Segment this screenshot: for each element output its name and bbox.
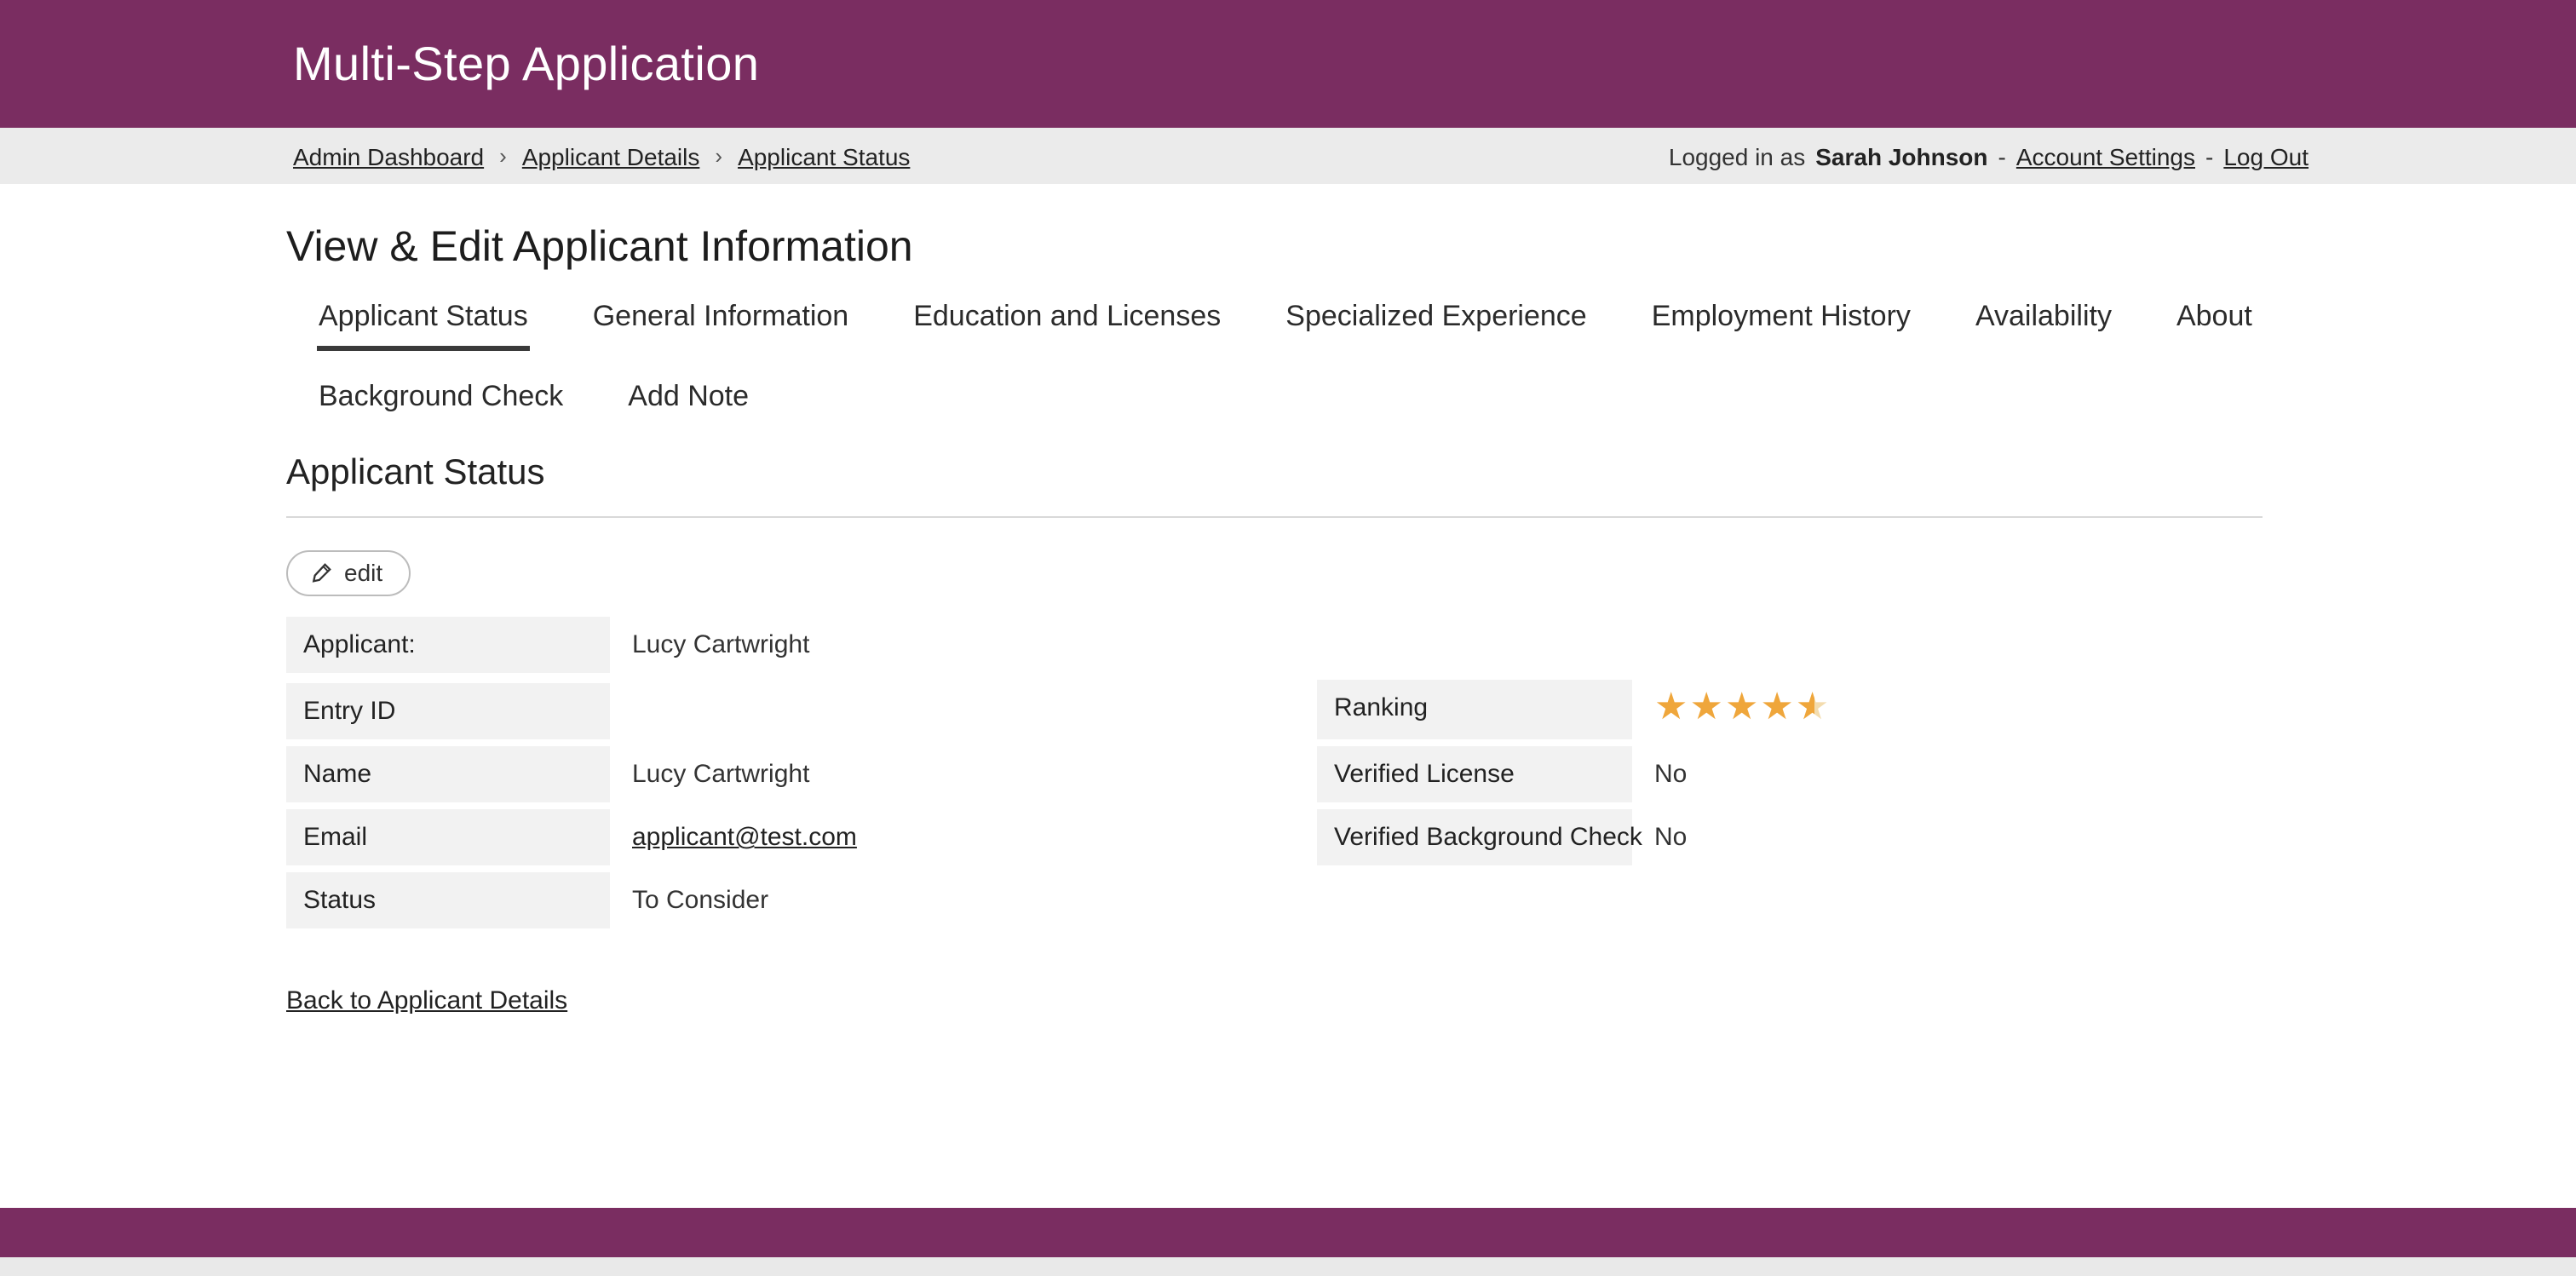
app-footer xyxy=(0,1208,2576,1257)
separator-dash: - xyxy=(1998,142,2006,170)
field-value xyxy=(610,683,632,739)
field-row-verified-background-check: Verified Background Check No xyxy=(1317,809,2263,865)
star-icon: ★ xyxy=(1725,688,1760,726)
field-value: No xyxy=(1632,809,1687,865)
page-title: View & Edit Applicant Information xyxy=(286,223,2263,273)
field-value: To Consider xyxy=(610,872,768,928)
app-title: Multi-Step Application xyxy=(293,37,759,91)
tab-availability[interactable]: Availability xyxy=(1974,296,2113,351)
edit-button-label: edit xyxy=(344,559,382,586)
field-row-email: Email applicant@test.com xyxy=(286,809,1317,865)
main-content: View & Edit Applicant Information Applic… xyxy=(0,184,2576,1208)
user-name: Sarah Johnson xyxy=(1815,142,1987,170)
field-label: Verified License xyxy=(1317,746,1632,802)
footer-strip xyxy=(0,1257,2576,1276)
tab-row-2: Background Check Add Note xyxy=(317,376,2263,426)
fields-column-right: Ranking ★★★★★★ Verified License No Verif… xyxy=(1317,680,2263,935)
tab-about[interactable]: About xyxy=(2175,296,2254,351)
field-label: Status xyxy=(286,872,610,928)
field-row-status: Status To Consider xyxy=(286,872,1317,928)
field-row-applicant: Applicant: Lucy Cartwright xyxy=(286,617,1317,673)
chevron-right-icon: › xyxy=(499,143,507,169)
tab-bar: Applicant Status General Information Edu… xyxy=(317,296,2263,426)
section-divider xyxy=(286,516,2263,518)
field-row-entry-id: Entry ID xyxy=(286,683,1317,739)
edit-button[interactable]: edit xyxy=(286,550,410,596)
app-header: Multi-Step Application xyxy=(0,0,2576,128)
field-row-ranking: Ranking ★★★★★★ xyxy=(1317,680,2263,739)
field-value: Lucy Cartwright xyxy=(610,617,809,673)
star-icon: ★ xyxy=(1654,688,1689,726)
tab-add-note[interactable]: Add Note xyxy=(626,376,750,426)
breadcrumb-item-admin-dashboard[interactable]: Admin Dashboard xyxy=(293,142,484,170)
pencil-icon xyxy=(310,561,332,583)
star-icon: ★ xyxy=(1760,688,1795,726)
tab-education-and-licenses[interactable]: Education and Licenses xyxy=(911,296,1222,351)
field-row-name: Name Lucy Cartwright xyxy=(286,746,1317,802)
logout-link[interactable]: Log Out xyxy=(2223,142,2309,170)
page: Multi-Step Application Admin Dashboard ›… xyxy=(0,0,2576,1276)
fields-column-left: Applicant: Lucy Cartwright Entry ID Name… xyxy=(286,617,1317,935)
field-label: Email xyxy=(286,809,610,865)
half-star-icon: ★★ xyxy=(1796,688,1831,726)
tab-general-information[interactable]: General Information xyxy=(591,296,851,351)
account-settings-link[interactable]: Account Settings xyxy=(2016,142,2195,170)
ranking-stars: ★★★★★★ xyxy=(1654,688,1831,726)
logged-in-label: Logged in as xyxy=(1669,142,1805,170)
tab-employment-history[interactable]: Employment History xyxy=(1650,296,1912,351)
applicant-fields: Applicant: Lucy Cartwright Entry ID Name… xyxy=(286,617,2263,935)
field-label: Ranking xyxy=(1317,680,1632,739)
tab-specialized-experience[interactable]: Specialized Experience xyxy=(1284,296,1588,351)
back-to-applicant-details-link[interactable]: Back to Applicant Details xyxy=(286,986,567,1015)
email-link[interactable]: applicant@test.com xyxy=(632,823,857,852)
chevron-right-icon: › xyxy=(715,143,722,169)
section-title: Applicant Status xyxy=(286,453,2263,494)
star-icon: ★ xyxy=(1689,688,1724,726)
field-label: Entry ID xyxy=(286,683,610,739)
field-label: Verified Background Check xyxy=(1317,809,1632,865)
breadcrumb: Admin Dashboard › Applicant Details › Ap… xyxy=(293,142,910,170)
breadcrumb-item-applicant-details[interactable]: Applicant Details xyxy=(522,142,700,170)
field-value: No xyxy=(1632,746,1687,802)
breadcrumb-item-applicant-status[interactable]: Applicant Status xyxy=(738,142,910,170)
separator-dash: - xyxy=(2205,142,2213,170)
tab-row-1: Applicant Status General Information Edu… xyxy=(317,296,2263,351)
tab-background-check[interactable]: Background Check xyxy=(317,376,565,426)
tab-applicant-status[interactable]: Applicant Status xyxy=(317,296,530,351)
field-value: Lucy Cartwright xyxy=(610,746,809,802)
field-label: Name xyxy=(286,746,610,802)
breadcrumb-bar: Admin Dashboard › Applicant Details › Ap… xyxy=(0,128,2576,184)
field-row-verified-license: Verified License No xyxy=(1317,746,2263,802)
field-label: Applicant: xyxy=(286,617,610,673)
user-session-info: Logged in as Sarah Johnson - Account Set… xyxy=(1669,142,2309,170)
